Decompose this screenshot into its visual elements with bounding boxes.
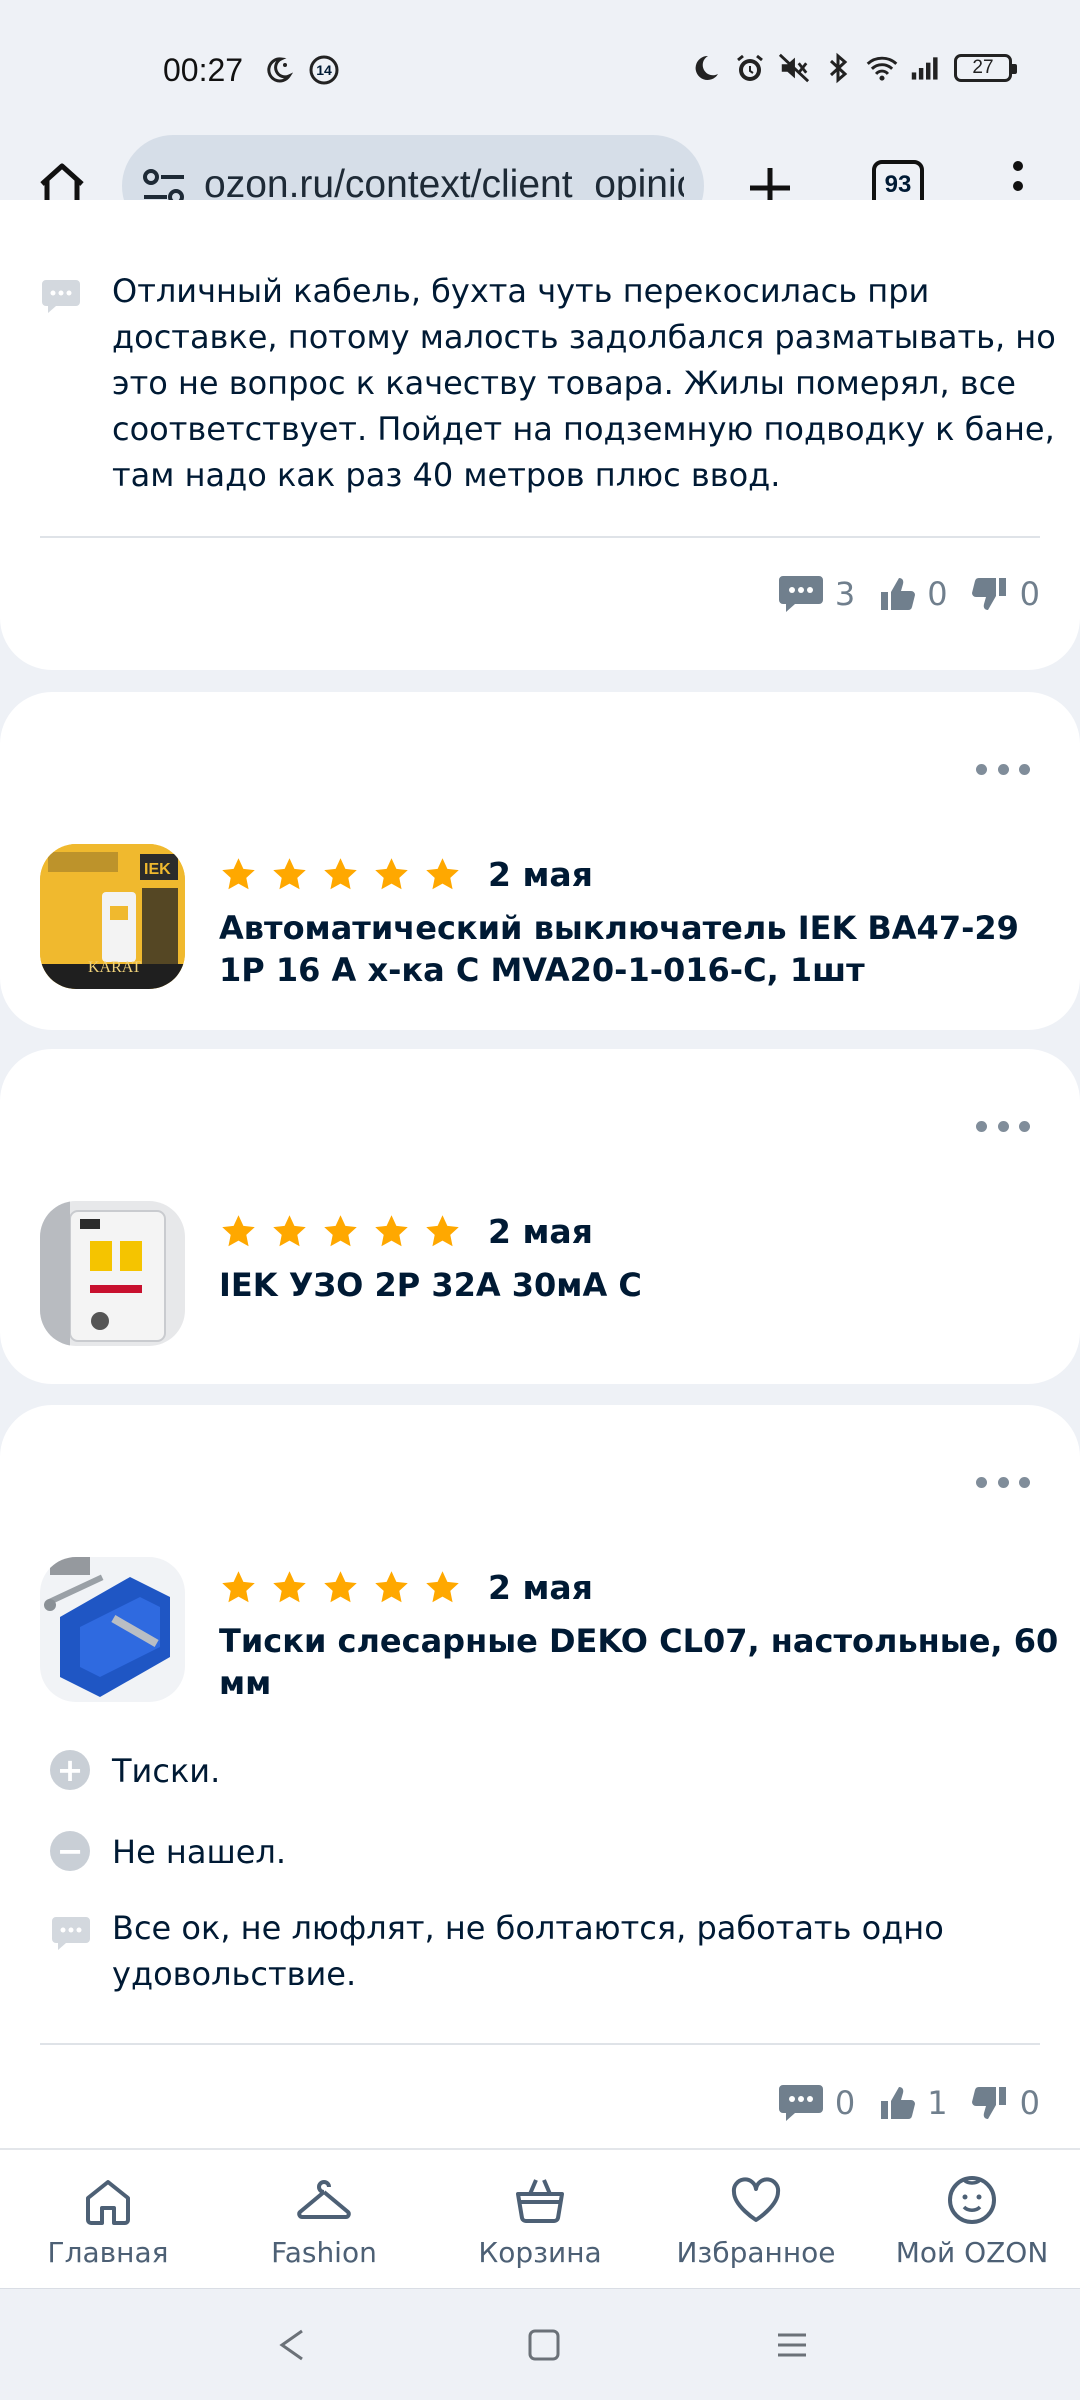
divider [40, 2043, 1040, 2045]
wifi-icon [866, 52, 898, 84]
comments-button[interactable]: 0 [777, 2081, 855, 2125]
divider [40, 536, 1040, 538]
product-title[interactable]: Тиски слесарные DEKO CL07, настольные, 6… [219, 1620, 1079, 1704]
star-icon [375, 1214, 408, 1246]
nav-item-cart[interactable]: Корзина [432, 2150, 648, 2288]
minus-icon: − [50, 1831, 90, 1871]
hanger-icon [297, 2180, 351, 2219]
status-bar: 00:27 14 27 [0, 0, 1080, 130]
star-icon [273, 1214, 306, 1246]
review-product[interactable]: 2 мая Тиски слесарные DEKO CL07, настоль… [40, 1557, 1079, 1704]
alarm-icon [734, 52, 766, 84]
thumb-up-icon [881, 2087, 916, 2120]
dislike-button[interactable]: 0 [970, 2083, 1040, 2123]
star-icon [375, 857, 408, 889]
nav-label: Fashion [271, 2236, 377, 2269]
nav-item-my-ozon[interactable]: Мой OZON [864, 2150, 1080, 2288]
comment-icon [50, 1913, 92, 1953]
more-options-button[interactable] [976, 762, 1030, 776]
svg-text:IEK: IEK [144, 861, 171, 878]
plus-icon: + [50, 1750, 90, 1790]
star-icon [324, 857, 357, 889]
thumb-down-icon [971, 2086, 1006, 2119]
clock: 00:27 [163, 52, 244, 88]
rating-stars [219, 1212, 462, 1251]
review-card: IEK KARAT 2 мая Автоматический выключате… [0, 692, 1080, 1030]
star-icon [222, 1214, 255, 1246]
star-icon [375, 1570, 408, 1602]
star-icon [324, 1214, 357, 1246]
product-thumbnail[interactable]: IEK KARAT [40, 844, 185, 989]
comments-icon [778, 576, 823, 612]
more-options-button[interactable] [976, 1475, 1030, 1489]
heart-icon [731, 2177, 781, 2222]
comments-icon [778, 2085, 823, 2121]
comment-text: Отличный кабель, бухта чуть перекосилась… [112, 272, 1056, 494]
nav-item-fashion[interactable]: Fashion [216, 2150, 432, 2288]
comments-button[interactable]: 3 [777, 572, 855, 616]
home-icon [86, 2180, 130, 2225]
dislike-button[interactable]: 0 [970, 574, 1040, 614]
comment-text: Все ок, не люфлят, не болтаются, работат… [112, 1909, 944, 1993]
product-title[interactable]: IEK УЗО 2P 32А 30мА С [219, 1264, 1039, 1306]
thumb-label: KARAT [88, 959, 142, 976]
comment-icon [40, 276, 82, 316]
signal-icon [910, 52, 942, 84]
review-pros: + Тиски. [50, 1748, 1012, 1794]
product-thumbnail[interactable] [40, 1557, 185, 1702]
star-icon [426, 857, 459, 889]
review-card: Отличный кабель, бухта чуть перекосилась… [0, 200, 1080, 670]
star-icon [222, 857, 255, 889]
bottom-navigation: Главная Fashion Корзина Избранное Мой OZ… [0, 2148, 1080, 2288]
battery-icon: 27 [954, 54, 1017, 82]
like-button[interactable]: 1 [877, 2083, 948, 2123]
review-comment: Все ок, не люфлят, не болтаются, работат… [50, 1905, 1012, 1997]
recents-icon[interactable] [772, 2325, 812, 2365]
cons-text: Не нашел. [112, 1833, 287, 1871]
review-reactions: 0 1 0 [777, 2081, 1040, 2125]
review-date: 2 мая [488, 1567, 593, 1607]
moon-icon [690, 52, 722, 84]
review-card: 2 мая Тиски слесарные DEKO CL07, настоль… [0, 1405, 1080, 2150]
star-icon [222, 1570, 255, 1602]
thumb-up-icon [881, 578, 916, 611]
review-comment: Отличный кабель, бухта чуть перекосилась… [40, 268, 1072, 498]
star-icon [273, 1570, 306, 1602]
star-icon [426, 1214, 459, 1246]
review-date: 2 мая [488, 854, 593, 894]
nav-label: Мой OZON [895, 2236, 1049, 2269]
back-icon[interactable] [272, 2325, 312, 2365]
review-date: 2 мая [488, 1211, 593, 1251]
like-button[interactable]: 0 [877, 574, 948, 614]
product-title[interactable]: Автоматический выключатель IEK ВА47-29 1… [219, 907, 1039, 991]
review-product[interactable]: 2 мая IEK УЗО 2P 32А 30мА С [40, 1201, 1039, 1346]
nav-label: Главная [47, 2236, 169, 2269]
review-product[interactable]: IEK KARAT 2 мая Автоматический выключате… [40, 844, 1039, 991]
rating-stars [219, 1568, 462, 1607]
review-card: 2 мая IEK УЗО 2P 32А 30мА С [0, 1049, 1080, 1384]
more-options-button[interactable] [976, 1119, 1030, 1133]
star-icon [426, 1570, 459, 1602]
pros-text: Тиски. [112, 1752, 221, 1790]
mute-icon [778, 52, 810, 84]
rating-stars [219, 855, 462, 894]
nav-label: Корзина [478, 2236, 602, 2269]
star-icon [273, 857, 306, 889]
profile-face-icon [948, 2176, 996, 2224]
bedtime-icon [262, 54, 294, 86]
review-cons: − Не нашел. [50, 1829, 1012, 1875]
notification-count-icon: 14 [308, 54, 340, 86]
thumb-down-icon [971, 577, 1006, 610]
nav-item-home[interactable]: Главная [0, 2150, 216, 2288]
system-navigation [0, 2288, 1080, 2400]
star-icon [324, 1570, 357, 1602]
product-thumbnail[interactable] [40, 1201, 185, 1346]
basket-icon [516, 2179, 564, 2223]
nav-label: Избранное [676, 2236, 836, 2269]
home-square-icon[interactable] [524, 2325, 564, 2365]
nav-item-favorites[interactable]: Избранное [648, 2150, 864, 2288]
bluetooth-icon [822, 52, 854, 84]
review-reactions: 3 0 0 [777, 572, 1040, 616]
